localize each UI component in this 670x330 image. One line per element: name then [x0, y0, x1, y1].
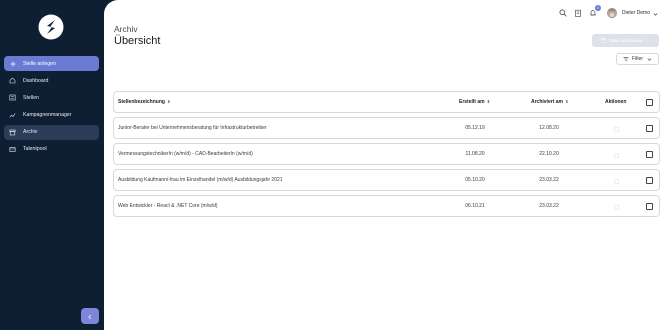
- row-checkbox[interactable]: [646, 176, 653, 184]
- filter-icon: [623, 56, 629, 62]
- table-row[interactable]: VermessungstechnikerIn (w/m/d) - CAD-Bea…: [114, 143, 661, 165]
- sort-icon: ⇕: [165, 99, 171, 104]
- sidebar-item-label: Dashboard: [23, 77, 49, 84]
- created-date: 05.12.19: [465, 125, 485, 131]
- list-icon: [9, 94, 16, 101]
- column-header-actions: Aktionen: [605, 99, 627, 105]
- page-title: Übersicht: [114, 35, 161, 47]
- chevron-down-icon[interactable]: [653, 4, 658, 22]
- sidebar-item-kampagnenmanager[interactable]: Kampagnenmanager: [4, 108, 99, 123]
- archived-date: 22.10.20: [539, 151, 559, 157]
- job-title[interactable]: Web Entwickler - React & .NET Core (m/w/…: [118, 203, 218, 209]
- archived-date: 23.03.22: [539, 203, 559, 209]
- restore-icon[interactable]: [611, 171, 621, 189]
- created-date: 06.10.21: [465, 203, 485, 209]
- chevron-down-icon: [647, 57, 652, 62]
- column-header-label: Erstellt am: [459, 99, 485, 105]
- main-content: 0 Dieter Demo Archiv Übersicht Stelle ar…: [104, 0, 670, 330]
- home-icon: [9, 77, 16, 84]
- table-header: Stellenbezeichnung ⇕ Erstellt am ⇕ Archi…: [114, 91, 661, 113]
- archive-button-label: Stelle archivieren: [608, 38, 644, 43]
- sidebar: Stelle anlegen Dashboard Stellen Kampagn…: [0, 0, 104, 330]
- sort-icon: ⇕: [563, 99, 569, 104]
- sidebar-item-dashboard[interactable]: Dashboard: [4, 73, 99, 88]
- column-header-name[interactable]: Stellenbezeichnung ⇕: [118, 99, 170, 105]
- restore-icon[interactable]: [611, 119, 621, 137]
- job-title[interactable]: Ausbildung Kaufmann/-frau im Einzelhande…: [118, 177, 283, 183]
- archived-date: 12.08.20: [539, 125, 559, 131]
- bell-icon[interactable]: 0: [589, 5, 601, 17]
- column-header-label: Stellenbezeichnung: [118, 99, 165, 105]
- chevron-left-icon: [87, 307, 93, 325]
- archived-date: 23.03.22: [539, 177, 559, 183]
- restore-icon[interactable]: [611, 145, 621, 163]
- table-row[interactable]: Ausbildung Kaufmann/-frau im Einzelhande…: [114, 169, 661, 191]
- archive-icon: [9, 129, 16, 136]
- table-row[interactable]: Junior-Berater bei Unternehmensberatung …: [114, 117, 661, 139]
- avatar[interactable]: [606, 7, 617, 18]
- sidebar-item-stelle-anlegen[interactable]: Stelle anlegen: [4, 56, 99, 71]
- job-title[interactable]: Junior-Berater bei Unternehmensberatung …: [118, 125, 267, 131]
- sidebar-item-label: Stellen: [23, 94, 39, 101]
- archive-button[interactable]: Stelle archivieren: [592, 34, 659, 47]
- column-header-archived[interactable]: Archiviert am ⇕: [531, 99, 568, 105]
- created-date: 11.08.20: [465, 151, 485, 157]
- sidebar-item-talentpool[interactable]: Talentpool: [4, 142, 99, 157]
- plus-icon: [9, 60, 16, 67]
- sort-icon: ⇕: [485, 99, 491, 104]
- job-title[interactable]: VermessungstechnikerIn (w/m/d) - CAD-Bea…: [118, 151, 253, 157]
- row-checkbox[interactable]: [646, 150, 653, 158]
- archive-icon: [601, 38, 606, 43]
- user-name[interactable]: Dieter Demo: [622, 10, 650, 16]
- column-header-label: Archiviert am: [531, 99, 563, 105]
- notification-badge: 0: [594, 5, 601, 11]
- search-icon[interactable]: [559, 8, 568, 17]
- clipboard-icon[interactable]: [574, 8, 583, 17]
- created-date: 05.10.20: [465, 177, 485, 183]
- top-bar: 0 Dieter Demo: [553, 4, 658, 22]
- sidebar-item-label: Archiv: [23, 129, 38, 136]
- filter-button-label: Filter: [631, 56, 644, 62]
- sidebar-item-archiv[interactable]: Archiv: [4, 124, 99, 140]
- chevron-down-icon: [646, 39, 650, 43]
- sidebar-item-label: Kampagnenmanager: [23, 112, 72, 119]
- sidebar-collapse-button[interactable]: [81, 308, 99, 324]
- chart-icon: [9, 112, 16, 119]
- select-all-checkbox[interactable]: [646, 98, 653, 106]
- breadcrumb: Archiv: [114, 24, 138, 34]
- sidebar-item-stellen[interactable]: Stellen: [4, 90, 99, 105]
- row-checkbox[interactable]: [646, 124, 653, 132]
- sidebar-nav: Stelle anlegen Dashboard Stellen Kampagn…: [4, 56, 99, 159]
- table-row[interactable]: Web Entwickler - React & .NET Core (m/w/…: [114, 195, 661, 217]
- row-checkbox[interactable]: [646, 202, 653, 210]
- app-logo-icon[interactable]: [38, 14, 64, 40]
- cards-icon: [9, 146, 16, 153]
- sidebar-item-label: Stelle anlegen: [23, 60, 56, 67]
- column-header-created[interactable]: Erstellt am ⇕: [459, 99, 490, 105]
- filter-button[interactable]: Filter: [616, 53, 659, 65]
- restore-icon[interactable]: [611, 197, 621, 215]
- sidebar-item-label: Talentpool: [23, 146, 47, 153]
